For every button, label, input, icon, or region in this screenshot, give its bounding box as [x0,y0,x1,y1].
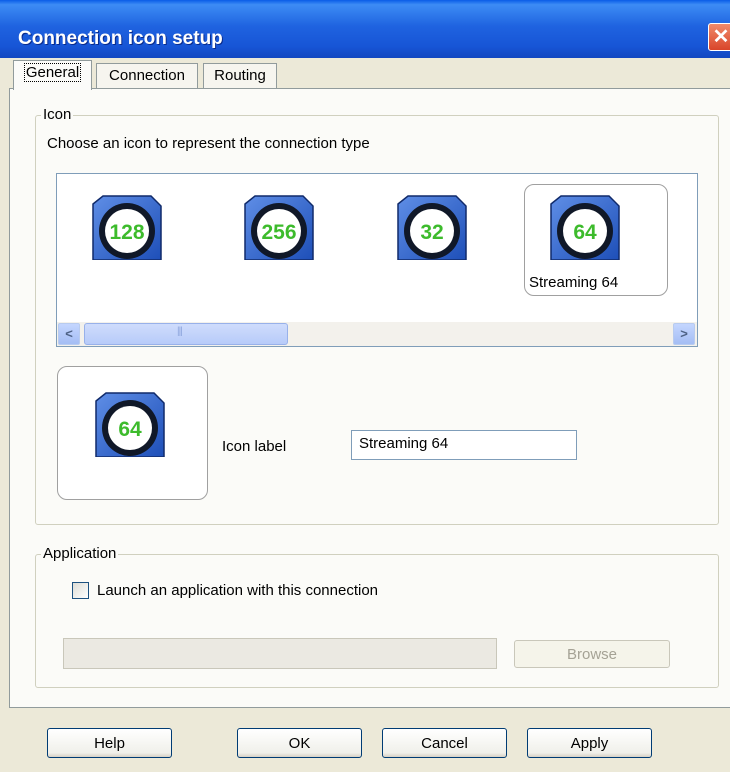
window-title: Connection icon setup [18,28,223,49]
chevron-right-icon: > [680,326,688,341]
cancel-button[interactable]: Cancel [382,728,507,758]
icon-number: 32 [420,221,443,244]
help-button[interactable]: Help [47,728,172,758]
close-button[interactable]: ✕ [708,23,730,51]
ok-button[interactable]: OK [237,728,362,758]
horizontal-scrollbar[interactable]: < ||| > [57,322,697,346]
scroll-thumb[interactable]: ||| [84,323,288,345]
application-group-legend: Application [41,545,119,562]
icon-label-caption: Icon label [222,438,287,455]
icon-label-input[interactable]: Streaming 64 [351,430,577,460]
connection-64-icon[interactable]: 64 [549,194,629,264]
tab-routing[interactable]: Routing [203,63,277,89]
preview-connection-64-icon: 64 [94,391,174,461]
launch-app-checkbox[interactable] [72,582,89,599]
icon-preview: 64 [57,366,208,500]
icon-list[interactable]: 128 256 32 64 Streaming 64 < ||| > [56,173,698,347]
tab-connection[interactable]: Connection [96,63,198,89]
tab-connection-label: Connection [109,67,185,84]
tab-general-label: General [23,63,82,82]
tab-routing-label: Routing [214,67,266,84]
icon-group-legend: Icon [41,106,74,123]
connection-32-icon[interactable]: 32 [396,194,476,264]
browse-button: Browse [514,640,670,668]
icon-number: 64 [573,221,597,244]
title-bar: Connection icon setup ✕ [0,0,730,58]
scroll-right-button[interactable]: > [673,323,695,345]
connection-128-icon[interactable]: 128 [91,194,171,264]
close-icon: ✕ [712,26,730,48]
icon-number: 256 [261,221,296,244]
icon-instruction: Choose an icon to represent the connecti… [47,135,370,152]
apply-button[interactable]: Apply [527,728,652,758]
connection-256-icon[interactable]: 256 [243,194,323,264]
scroll-left-button[interactable]: < [58,323,80,345]
application-path-field [63,638,497,669]
grip-icon: ||| [177,326,183,337]
tab-general[interactable]: General [13,60,92,90]
icon-number: 64 [118,418,142,441]
icon-number: 128 [109,221,144,244]
selected-icon-label: Streaming 64 [529,274,619,291]
chevron-left-icon: < [65,326,73,341]
launch-app-checkbox-label[interactable]: Launch an application with this connecti… [97,582,378,599]
